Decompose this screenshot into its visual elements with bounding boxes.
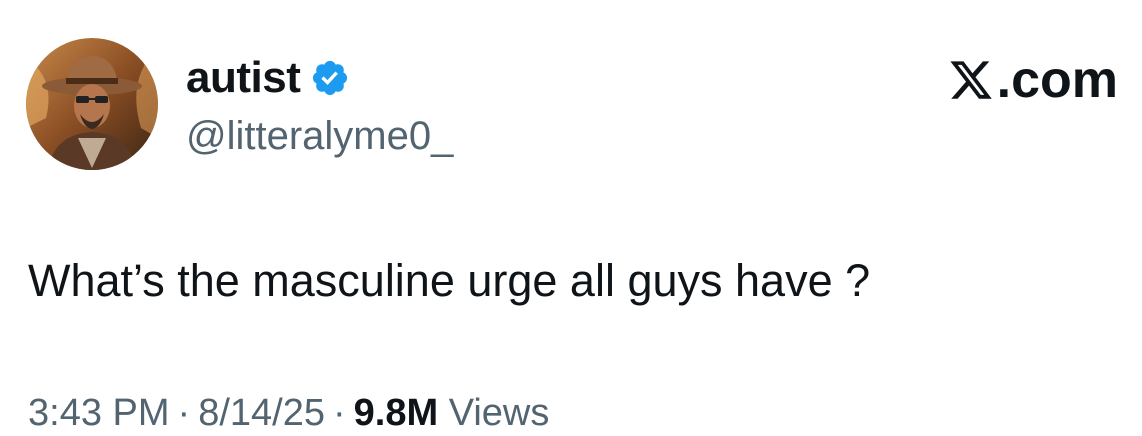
tweet-date[interactable]: 8/14/25 [198, 392, 325, 434]
views-count: 9.8M [353, 392, 439, 434]
meta-separator: · [332, 392, 346, 434]
cowboy-avatar-icon [26, 38, 158, 170]
brand-logo: .com [947, 52, 1118, 108]
tweet-time[interactable]: 3:43 PM [28, 392, 170, 434]
views-label: Views [448, 392, 550, 434]
tweet-text: What’s the masculine urge all guys have … [28, 255, 871, 306]
verified-badge-icon [313, 60, 348, 96]
avatar[interactable] [26, 38, 158, 170]
display-name-text: autist [186, 53, 301, 102]
meta-separator: · [177, 392, 191, 434]
x-logo-icon [950, 61, 992, 99]
brand-domain-text: .com [996, 51, 1118, 109]
tweet-meta: 3:43 PM · 8/14/25 · 9.8M Views [28, 390, 549, 436]
author-handle[interactable]: @litteralyme0_ [186, 112, 453, 160]
author-display-name[interactable]: autist [186, 52, 350, 104]
